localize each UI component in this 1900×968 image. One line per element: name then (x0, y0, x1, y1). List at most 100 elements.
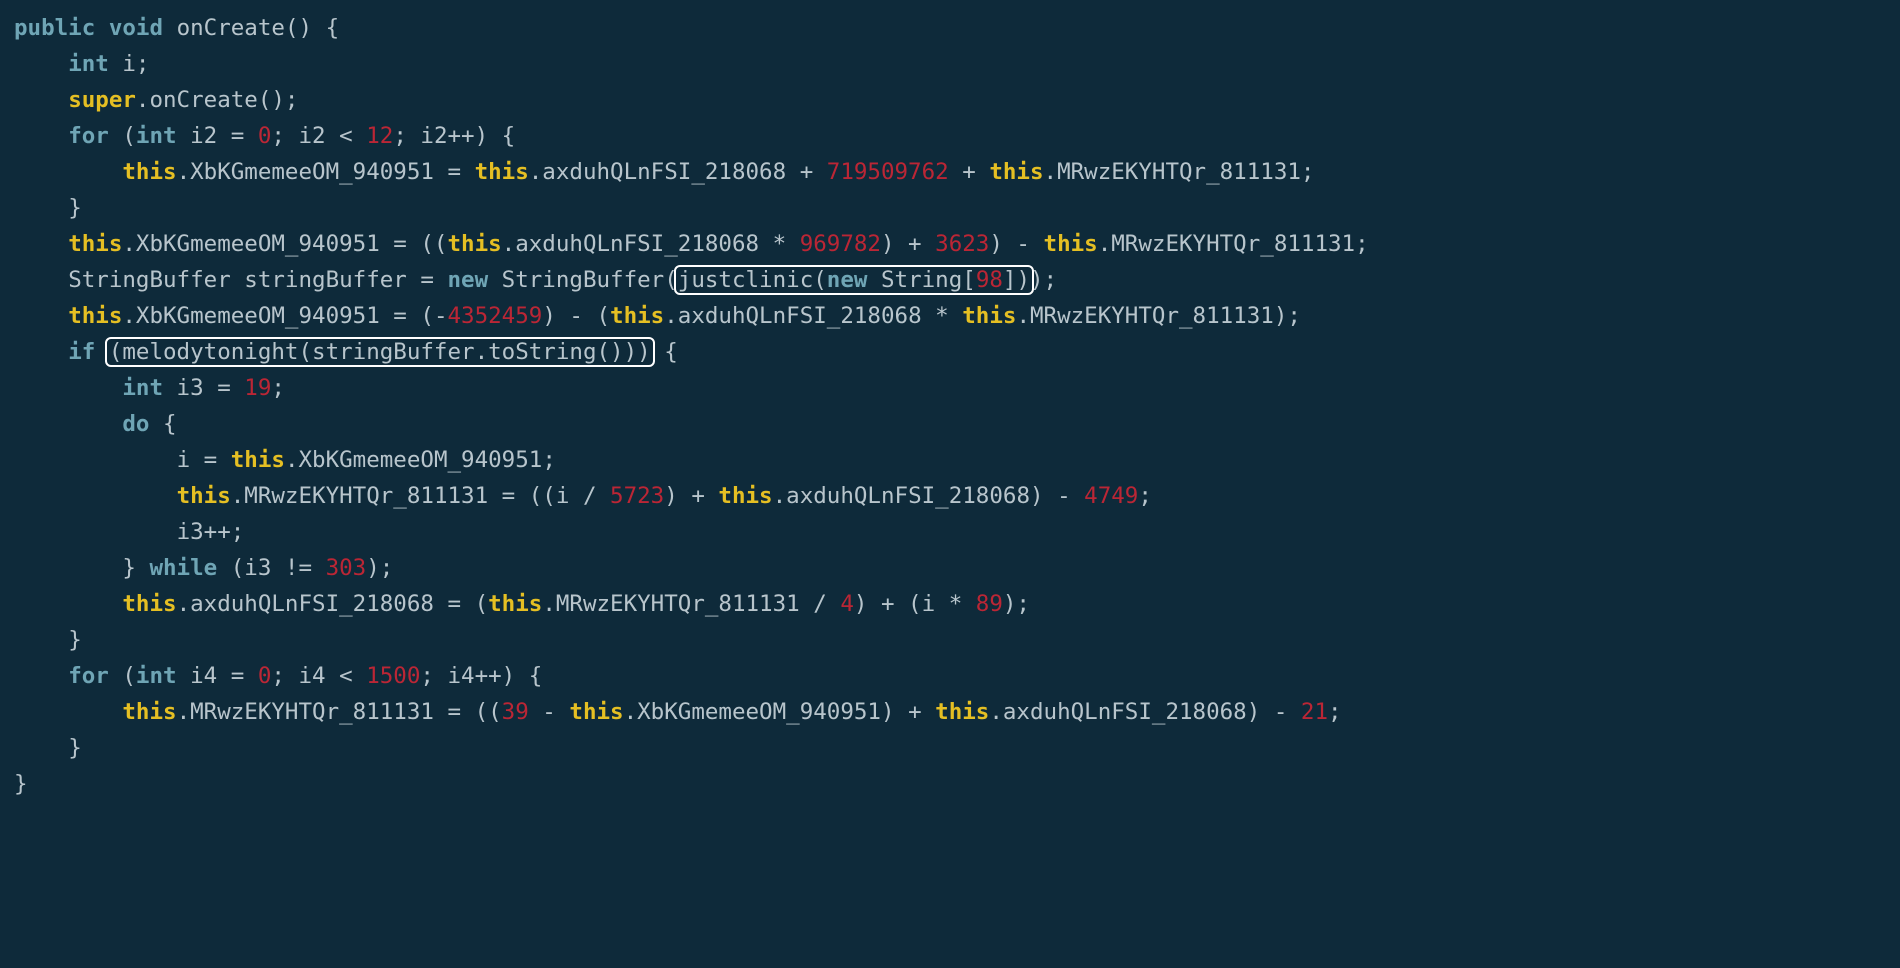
code-line-16: } while (i3 != 303); (122, 555, 393, 581)
close: } (68, 195, 82, 221)
code-line-2: int i; (68, 51, 149, 77)
num: 4 (840, 591, 854, 617)
mid: ; i2 < (271, 123, 366, 149)
kw-for: for (68, 663, 109, 689)
num: 1500 (366, 663, 420, 689)
txt: .XbKGmemeeOM_940951 = (( (122, 231, 447, 257)
semi: ; (271, 375, 285, 401)
kw-this: this (122, 699, 176, 725)
highlight-box-justclinic: justclinic(new String[98]) (676, 267, 1032, 293)
txt: .axduhQLnFSI_218068 = ( (177, 591, 489, 617)
txt: .MRwzEKYHTQr_811131; (1098, 231, 1369, 257)
kw-new: new (447, 267, 488, 293)
num: 0 (258, 663, 272, 689)
txt: ); (1003, 591, 1030, 617)
code-line-19: for (int i4 = 0; i4 < 1500; i4++) { (68, 663, 542, 689)
kw-do: do (122, 411, 149, 437)
call: .onCreate(); (136, 87, 299, 113)
close: } (68, 735, 82, 761)
kw-this: this (989, 159, 1043, 185)
txt: .XbKGmemeeOM_940951) + (624, 699, 936, 725)
num: 98 (976, 267, 1003, 293)
code-line-3: super.onCreate(); (68, 87, 298, 113)
post: ; i2++) { (393, 123, 515, 149)
code-line-17: this.axduhQLnFSI_218068 = (this.MRwzEKYH… (122, 591, 1030, 617)
kw-while: while (149, 555, 217, 581)
kw-this: this (569, 699, 623, 725)
txt: .XbKGmemeeOM_940951 = (177, 159, 475, 185)
code-line-5: this.XbKGmemeeOM_940951 = this.axduhQLnF… (122, 159, 1314, 185)
code-line-21: } (68, 735, 82, 761)
close: } (14, 771, 28, 797)
var: i2 = (177, 123, 258, 149)
var: i (122, 51, 136, 77)
num: 5723 (610, 483, 664, 509)
minus: - (434, 303, 448, 329)
kw-this: this (488, 591, 542, 617)
semi: ; (136, 51, 150, 77)
post: { (149, 411, 176, 437)
kw-if: if (68, 339, 95, 365)
txt: ) - ( (542, 303, 610, 329)
post: { (651, 339, 678, 365)
kw-this: this (610, 303, 664, 329)
txt: ) + (i * (854, 591, 976, 617)
kw-int: int (136, 123, 177, 149)
code-line-1: public void onCreate() { (14, 15, 339, 41)
code-line-13: i = this.XbKGmemeeOM_940951; (177, 447, 556, 473)
code-line-9: this.XbKGmemeeOM_940951 = (-4352459) - (… (68, 303, 1301, 329)
paren: () { (285, 15, 339, 41)
txt: .MRwzEKYHTQr_811131 = (( (177, 699, 502, 725)
txt: ); (1030, 267, 1057, 293)
txt: .axduhQLnFSI_218068 * (502, 231, 800, 257)
semi: ; (1328, 699, 1342, 725)
kw-this: this (122, 159, 176, 185)
txt: String[ (867, 267, 975, 293)
txt: .MRwzEKYHTQr_811131 / (542, 591, 840, 617)
code-line-11: int i3 = 19; (122, 375, 285, 401)
code-line-18: } (68, 627, 82, 653)
txt: + (949, 159, 990, 185)
num: 4749 (1084, 483, 1138, 509)
kw-this: this (68, 303, 122, 329)
txt: .MRwzEKYHTQr_811131; (1044, 159, 1315, 185)
code-line-14: this.MRwzEKYHTQr_811131 = ((i / 5723) + … (177, 483, 1152, 509)
num: 12 (366, 123, 393, 149)
kw-new: new (827, 267, 868, 293)
code-line-6: } (68, 195, 82, 221)
txt: i3 = (163, 375, 244, 401)
kw-for: for (68, 123, 109, 149)
num: 719509762 (827, 159, 949, 185)
open: ( (109, 123, 136, 149)
kw-this: this (177, 483, 231, 509)
code-line-15: i3++; (177, 519, 245, 545)
kw-super: super (68, 87, 136, 113)
txt: justclinic( (678, 267, 827, 293)
num: 21 (1301, 699, 1328, 725)
code-line-22: } (14, 771, 28, 797)
txt: (i3 != (217, 555, 325, 581)
kw-this: this (122, 591, 176, 617)
code-line-7: this.XbKGmemeeOM_940951 = ((this.axduhQL… (68, 231, 1368, 257)
txt: } (122, 555, 149, 581)
num: 39 (502, 699, 529, 725)
kw-this: this (231, 447, 285, 473)
txt: - (529, 699, 570, 725)
code-line-4: for (int i2 = 0; i2 < 12; i2++) { (68, 123, 515, 149)
txt: .XbKGmemeeOM_940951 = ( (122, 303, 434, 329)
kw-this: this (447, 231, 501, 257)
num: 19 (244, 375, 271, 401)
txt: ) + (664, 483, 718, 509)
post: ; i4++) { (420, 663, 542, 689)
code-line-12: do { (122, 411, 176, 437)
kw-this: this (475, 159, 529, 185)
var: i4 = (177, 663, 258, 689)
txt: ) + (881, 231, 935, 257)
kw-public: public (14, 15, 95, 41)
fn-name: onCreate (177, 15, 285, 41)
kw-int: int (122, 375, 163, 401)
code-block: public void onCreate() { int i; super.on… (0, 0, 1900, 812)
txt: ) - (989, 231, 1043, 257)
num: 3623 (935, 231, 989, 257)
num: 4352459 (447, 303, 542, 329)
